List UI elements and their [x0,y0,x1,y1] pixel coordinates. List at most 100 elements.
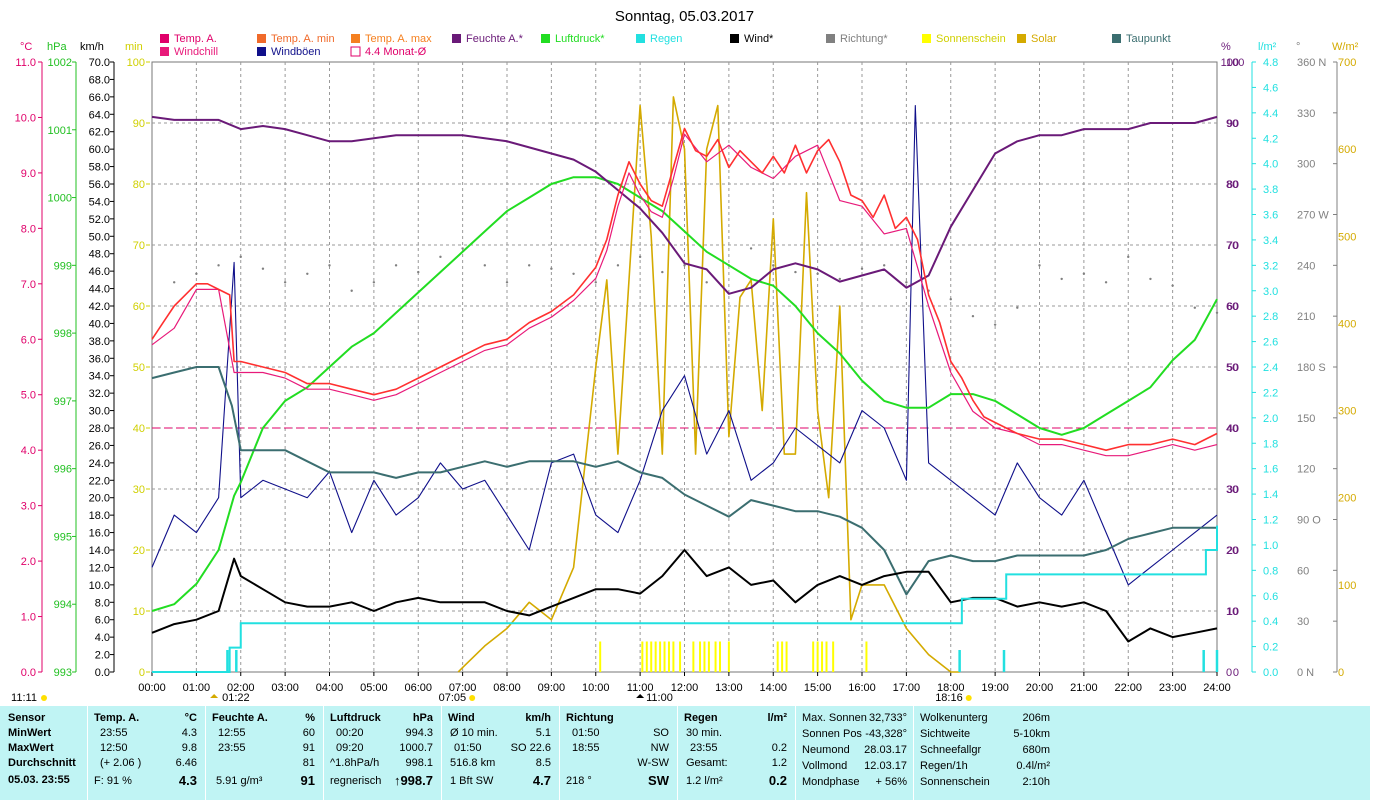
axis-min: 1009080706050403020100 [127,57,150,679]
humidity-max-value: 91 [302,742,315,754]
axis-tick-label: 40 [1226,423,1238,435]
axis-tick-label: 120 [1297,464,1315,476]
astro-value-new-moon: 28.03.17 [864,744,907,756]
direction-point [816,272,819,276]
direction-avg-value: W-SW [637,757,669,769]
axis-tick-label: 10 [133,606,145,618]
misc-label-sunshine: Sonnenschein [920,776,990,788]
axis-unit-kmh: km/h [80,41,104,53]
legend-label: 4.4 Monat-Ø [365,46,427,58]
axis-tick-label: 66.0 [89,92,110,104]
row-label-max: MaxWert [8,742,54,754]
direction-point [705,281,708,284]
direction-point [483,264,487,267]
rain-30min-label: 30 min. [686,727,723,739]
summary-panel: Sensor MinWert MaxWert Durchschnitt 05.0… [0,706,1370,800]
axis-tick-label: 40.0 [89,318,110,330]
axis-tick-label: 30 [133,484,145,496]
astro-label-new-moon: Neumond [802,744,850,756]
x-tick-label: 22:00 [1114,682,1142,694]
axis-tick-label: 1001 [48,125,72,137]
sensor-header: Sensor [8,712,46,724]
direction-point [860,267,864,270]
axis-tick-label: 3.0 [1263,286,1278,298]
direction-current: SW [648,773,669,788]
current-time-label: 11:11 [11,692,37,704]
axis-tick-label: 330 [1297,108,1315,120]
legend-label: Windchill [174,46,218,58]
axis-tick-label: 44.0 [89,284,110,296]
x-tick-label: 19:00 [981,682,1009,694]
axis-tick-label: 0 N [1297,667,1314,679]
pressure-header: Luftdruck [330,712,381,724]
misc-label-visibility: Sichtweite [920,728,971,740]
summary-misc-column: Wolkenunterg 206m Sichtweite 5-10km Schn… [914,706,1056,800]
rain-current: 0.2 [768,773,787,788]
rain-unit: l/m² [767,712,787,724]
noon-marker-label: 11:00 [646,692,673,704]
wind-max-time: 01:50 [454,742,482,754]
x-tick-label: 12:00 [671,682,699,694]
right-border [1370,0,1381,800]
wind-avg-label: Ø 10 min. [450,727,498,739]
sunset-sun-icon [965,695,972,701]
direction-point [949,298,952,301]
temp-max-time: 12:50 [100,742,128,754]
pressure-max-time: 09:20 [336,742,364,754]
axis-unit-degree: ° [1296,41,1300,53]
legend-swatch [1017,34,1026,43]
axis-tick-label: 46.0 [89,266,110,278]
wind-beaufort: 1 Bft SW [450,775,494,787]
sun-icon [41,695,47,701]
axis-tick-label: 10 [1226,606,1238,618]
axis-tick-label: 3.6 [1263,210,1278,222]
temp-avg-value: 6.46 [175,757,197,769]
sunset-label: 18:16 [935,692,963,704]
axis-tick-label: 1002 [48,57,72,69]
axis-tick-label: 180 S [1297,362,1326,374]
axis-percent-outer: 1009080706050403020100 [1226,57,1244,679]
axis-tick-label: 52.0 [89,214,110,226]
direction-point [1082,272,1086,276]
axis-tick-label: 90 O [1297,515,1321,527]
axis-degree: 360 N 330 300 270 W 240 210 180 S 150 120 90 O 60 3… [1297,57,1337,679]
summary-humidity-column: Feuchte A. % 12:55 60 23:55 91 81 5.91 g… [206,706,324,800]
direction-point [838,277,842,281]
axis-tick-label: 1.4 [1263,489,1278,501]
axis-tick-label: 150 [1297,413,1315,425]
axis-tick-label: 4.0 [1263,159,1278,171]
x-tick-label: 17:00 [893,682,921,694]
astro-label-full-moon: Vollmond [802,760,848,772]
axis-tick-label: 30.0 [89,406,110,418]
direction-header: Richtung [566,712,614,724]
direction-point [1171,284,1174,287]
pressure-avg-value: 998.1 [405,757,433,769]
direction-point [394,264,398,267]
humidity-avg-value: 81 [302,757,315,769]
temp-header: Temp. A. [94,712,140,724]
axis-unit-celsius: °C [20,41,32,53]
axis-tick-label: 30 [1297,616,1309,628]
axis-tick-label: 300 [1338,406,1356,418]
axis-tick-label: 60 [1226,301,1238,313]
temp-avg-delta: (+ 2.06 ) [100,757,142,769]
axis-tick-label: 300 [1297,159,1315,171]
direction-point [993,323,997,326]
legend-label: Temp. A. min [271,33,335,45]
axis-tick-label: 68.0 [89,74,110,86]
weather-chart: Sonntag, 05.03.2017Temp. A. Temp. A. min T… [11,8,1359,704]
summary-temp-column: Temp. A. °C 23:55 4.3 12:50 9.8 (+ 2.06 … [88,706,206,800]
axis-tick-label: 0 [1338,667,1344,679]
axis-tick-label: 56.0 [89,179,110,191]
axis-tick-label: 50.0 [89,231,110,243]
axis-tick-label: 100 [127,57,145,69]
legend-label: Windböen [271,46,321,58]
axis-tick-label: 0.6 [1263,591,1278,603]
axis-tick-label: 2.6 [1263,337,1278,349]
axis-tick-label: 0.4 [1263,616,1278,628]
x-tick-label: 13:00 [715,682,743,694]
legend-label: Taupunkt [1126,33,1171,45]
misc-value-cloud-base: 206m [1022,712,1050,724]
direction-point [328,264,331,267]
direction-point [217,264,220,267]
